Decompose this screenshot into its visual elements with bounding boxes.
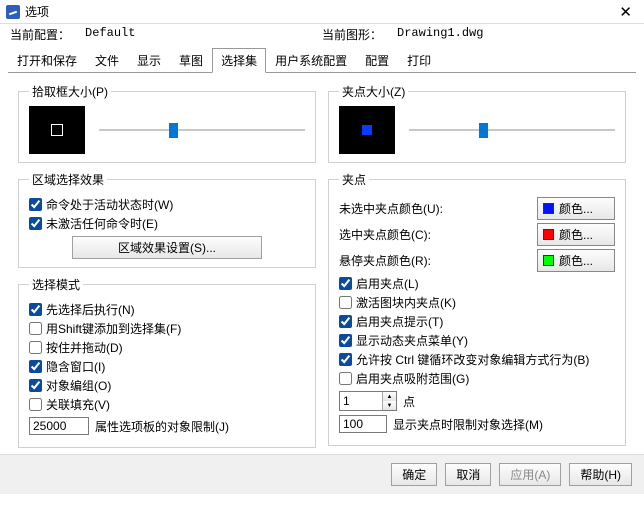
tab-配置[interactable]: 配置 — [356, 48, 398, 73]
grip-obj-limit-input[interactable] — [339, 415, 387, 433]
grips-in-blocks-checkbox[interactable] — [339, 296, 352, 309]
apply-button[interactable]: 应用(A) — [499, 463, 561, 486]
region-inactive-checkbox[interactable] — [29, 217, 42, 230]
prop-limit-label: 属性选项板的对象限制(J) — [95, 418, 229, 435]
sm-impliedwin-checkbox[interactable] — [29, 360, 42, 373]
tab-文件[interactable]: 文件 — [86, 48, 128, 73]
ctrl-cycle-checkbox[interactable] — [339, 353, 352, 366]
gripsize-slider[interactable] — [409, 121, 615, 139]
sm-objgroup-checkbox[interactable] — [29, 379, 42, 392]
tab-选择集[interactable]: 选择集 — [212, 48, 266, 73]
grip-tips-checkbox[interactable] — [339, 315, 352, 328]
swatch-unselected — [543, 203, 554, 214]
sm-pickfirst-checkbox[interactable] — [29, 303, 42, 316]
gripsize-legend: 夹点大小(Z) — [339, 83, 408, 100]
tab-草图[interactable]: 草图 — [170, 48, 212, 73]
sm-assochatch-checkbox[interactable] — [29, 398, 42, 411]
help-button[interactable]: 帮助(H) — [569, 463, 632, 486]
selmode-legend: 选择模式 — [29, 276, 83, 293]
tab-显示[interactable]: 显示 — [128, 48, 170, 73]
current-drawing-label: 当前图形： — [322, 26, 382, 43]
region-inactive-label: 未激活任何命令时(E) — [46, 215, 158, 232]
tab-打印[interactable]: 打印 — [398, 48, 440, 73]
hover-grip-color-button[interactable]: 颜色... — [537, 249, 615, 272]
unselected-grip-color-button[interactable]: 颜色... — [537, 197, 615, 220]
enable-grips-checkbox[interactable] — [339, 277, 352, 290]
tab-用户系统配置[interactable]: 用户系统配置 — [266, 48, 356, 73]
pickbox-legend: 拾取框大小(P) — [29, 83, 111, 100]
region-active-checkbox[interactable] — [29, 198, 42, 211]
grip-snap-range-checkbox[interactable] — [339, 372, 352, 385]
region-settings-button[interactable]: 区域效果设置(S)... — [72, 236, 262, 259]
grip-points-spinner[interactable]: ▲▼ — [339, 391, 397, 411]
spin-up-icon[interactable]: ▲ — [382, 392, 396, 401]
tab-打开和保存[interactable]: 打开和保存 — [8, 48, 86, 73]
swatch-selected — [543, 229, 554, 240]
current-config-value: Default — [85, 26, 322, 43]
window-title: 选项 — [25, 3, 613, 20]
current-config-label: 当前配置： — [10, 26, 70, 43]
pickbox-preview — [29, 106, 85, 154]
sm-pressdrag-checkbox[interactable] — [29, 341, 42, 354]
region-legend: 区域选择效果 — [29, 171, 107, 188]
cancel-button[interactable]: 取消 — [445, 463, 491, 486]
ok-button[interactable]: 确定 — [391, 463, 437, 486]
grips-legend: 夹点 — [339, 171, 369, 188]
sm-shiftadd-checkbox[interactable] — [29, 322, 42, 335]
close-icon[interactable]: ✕ — [613, 3, 638, 21]
prop-limit-input[interactable] — [29, 417, 89, 435]
region-active-label: 命令处于活动状态时(W) — [46, 196, 173, 213]
selected-grip-color-button[interactable]: 颜色... — [537, 223, 615, 246]
dyn-grip-menu-checkbox[interactable] — [339, 334, 352, 347]
pickbox-slider[interactable] — [99, 121, 305, 139]
spin-down-icon[interactable]: ▼ — [382, 401, 396, 410]
swatch-hover — [543, 255, 554, 266]
app-icon — [6, 5, 20, 19]
gripsize-preview — [339, 106, 395, 154]
current-drawing-value: Drawing1.dwg — [397, 26, 634, 43]
